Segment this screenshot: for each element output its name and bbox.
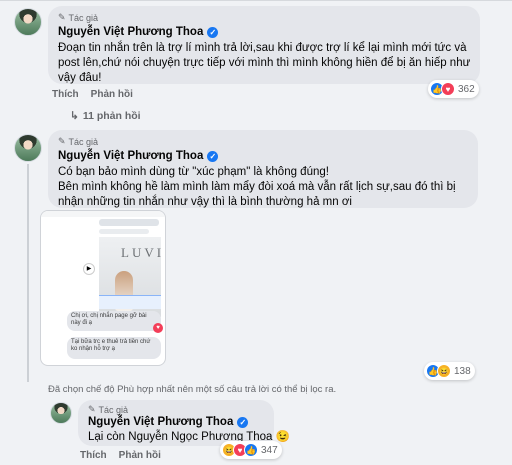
like-button[interactable]: Thích xyxy=(52,89,79,100)
screenshot-brand-text: LUVI xyxy=(121,245,165,260)
comment-actions: Thích Phản hồi xyxy=(52,89,133,100)
view-replies-link[interactable]: ↳ 11 phản hồi xyxy=(70,110,141,122)
comment-bubble: ✎ Tác giả Nguyễn Việt Phương Thoa ✓ Có b… xyxy=(48,130,478,208)
thread-line xyxy=(27,164,29,382)
verified-badge-icon: ✓ xyxy=(207,150,219,162)
reaction-count: 362 xyxy=(458,83,475,95)
comment-bubble: ✎ Tác giả Nguyễn Việt Phương Thoa ✓ Đoạn… xyxy=(48,6,480,84)
screenshot-header xyxy=(41,211,165,217)
avatar[interactable] xyxy=(14,8,42,36)
comment-author[interactable]: Nguyễn Việt Phương Thoa ✓ xyxy=(88,416,249,428)
reaction-summary[interactable]: 👍 😆 138 xyxy=(424,362,475,380)
author-tag: ✎ Tác giả xyxy=(58,12,98,23)
screenshot-text-bar xyxy=(99,229,149,234)
author-name[interactable]: Nguyễn Việt Phương Thoa xyxy=(88,416,233,428)
like-reaction-icon: 👍 xyxy=(244,443,258,457)
reply-button[interactable]: Phản hồi xyxy=(91,89,133,100)
verified-badge-icon: ✓ xyxy=(207,26,219,38)
author-name[interactable]: Nguyễn Việt Phương Thoa xyxy=(58,150,203,162)
screenshot-text-bar xyxy=(99,219,159,226)
love-reaction-icon: ♥ xyxy=(441,82,455,96)
heart-reaction-icon: ♥ xyxy=(153,323,163,333)
author-name[interactable]: Nguyễn Việt Phương Thoa xyxy=(58,26,203,38)
play-icon: ▶ xyxy=(83,263,95,275)
screenshot-caption-bar xyxy=(99,295,161,309)
author-tag-label: Tác giả xyxy=(98,404,129,415)
reaction-summary[interactable]: 👍 ♥ 362 xyxy=(428,80,479,98)
reaction-count: 347 xyxy=(261,444,278,456)
author-tag: ✎ Tác giả xyxy=(58,136,98,147)
author-tag-label: Tác giả xyxy=(68,136,99,147)
reply-arrow-icon: ↳ xyxy=(70,110,79,122)
reaction-count: 138 xyxy=(454,365,471,377)
comment-author[interactable]: Nguyễn Việt Phương Thoa ✓ xyxy=(58,150,219,162)
attached-screenshot[interactable]: LUVI ▶ Chị ơi, chị nhắn page gỡ bài này … xyxy=(40,210,166,366)
avatar[interactable] xyxy=(14,134,42,162)
avatar[interactable] xyxy=(50,402,72,424)
like-button[interactable]: Thích xyxy=(80,450,107,461)
comment-author[interactable]: Nguyễn Việt Phương Thoa ✓ xyxy=(58,26,219,38)
reply-button[interactable]: Phản hồi xyxy=(119,450,161,461)
author-tag-label: Tác giả xyxy=(68,12,99,23)
screenshot-chat-bubble: Chị ơi, chị nhắn page gỡ bài này đi ạ xyxy=(67,311,161,331)
filter-note: Đã chọn chế độ Phù hợp nhất nên một số c… xyxy=(48,384,337,395)
reply-bubble: ✎ Tác giả Nguyễn Việt Phương Thoa ✓ Lại … xyxy=(78,400,290,446)
verified-badge-icon: ✓ xyxy=(237,416,249,428)
pen-icon: ✎ xyxy=(58,12,66,22)
comment-text: Đoạn tin nhắn trên là trợ lí mình trả lờ… xyxy=(58,42,471,84)
replies-count-label[interactable]: 11 phản hồi xyxy=(83,110,141,122)
author-tag: ✎ Tác giả xyxy=(88,404,128,415)
reaction-summary[interactable]: 😆 ♥ 👍 347 xyxy=(220,441,282,459)
pen-icon: ✎ xyxy=(88,404,96,414)
screenshot-chat-bubble: Tại bữa trc e thuê trả tiền chứ ko nhận … xyxy=(67,337,161,359)
haha-reaction-icon: 😆 xyxy=(437,364,451,378)
comment-actions: Thích Phản hồi xyxy=(80,450,161,461)
comment-text: Có bạn bảo mình dùng từ "xúc phạm" là kh… xyxy=(58,166,456,208)
pen-icon: ✎ xyxy=(58,136,66,146)
top-divider xyxy=(0,0,512,1)
